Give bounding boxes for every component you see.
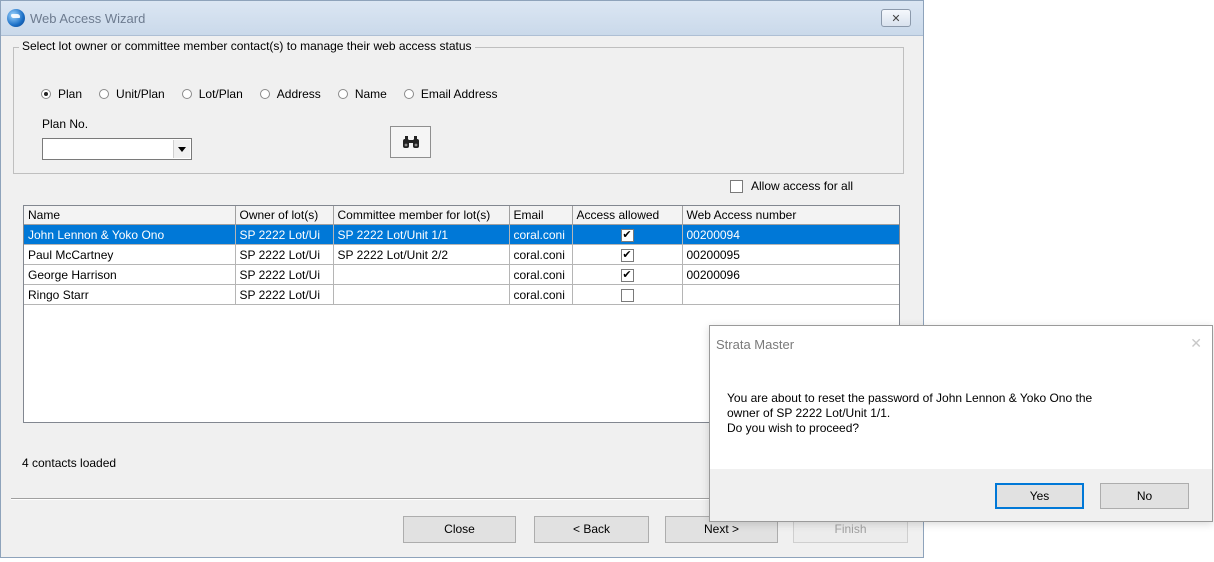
cell-committee <box>333 284 510 305</box>
cell-web-access-number: 00200096 <box>682 264 899 285</box>
radio-label: Unit/Plan <box>116 87 165 101</box>
cell-email: coral.coni <box>509 284 573 305</box>
find-button[interactable] <box>390 126 431 158</box>
radio-label: Lot/Plan <box>198 87 243 101</box>
globe-icon <box>7 9 25 27</box>
column-header-name[interactable]: Name <box>24 206 236 225</box>
dialog-message-line: You are about to reset the password of J… <box>727 391 1093 405</box>
cell-email: coral.coni <box>509 244 573 265</box>
radio-label: Plan <box>58 87 83 101</box>
allow-access-for-all[interactable]: Allow access for all <box>730 179 853 193</box>
allow-access-for-all-checkbox[interactable] <box>730 179 743 193</box>
cell-access-allowed <box>572 284 683 305</box>
radio-button[interactable] <box>41 89 51 99</box>
cell-committee <box>333 264 510 285</box>
access-allowed-checkbox[interactable]: ✔ <box>620 228 634 242</box>
cell-web-access-number <box>682 284 899 305</box>
cell-email: coral.coni <box>509 264 573 285</box>
status-text: 4 contacts loaded <box>22 456 117 470</box>
window-title: Web Access Wizard <box>30 11 146 26</box>
cell-email: coral.coni <box>509 224 573 245</box>
access-allowed-checkbox[interactable]: ✔ <box>620 268 634 282</box>
radio-name[interactable]: Name <box>337 87 387 101</box>
radio-email-address[interactable]: Email Address <box>403 87 498 101</box>
column-header-email[interactable]: Email <box>509 206 573 225</box>
binoculars-icon <box>402 136 419 148</box>
cell-committee: SP 2222 Lot/Unit 2/2 <box>333 244 510 265</box>
radio-button[interactable] <box>403 89 414 99</box>
cell-owner: SP 2222 Lot/Ui <box>235 284 334 305</box>
cell-name: John Lennon & Yoko Ono <box>24 224 236 245</box>
chevron-down-icon[interactable] <box>173 140 190 158</box>
contacts-table: Name Owner of lot(s) Committee member fo… <box>24 206 899 305</box>
radio-label: Address <box>276 87 321 101</box>
cell-owner: SP 2222 Lot/Ui <box>235 244 334 265</box>
cell-owner: SP 2222 Lot/Ui <box>235 264 334 285</box>
plan-no-label: Plan No. <box>42 117 89 131</box>
column-header-access-allowed[interactable]: Access allowed <box>572 206 683 225</box>
dialog-footer: Yes No <box>710 469 1212 521</box>
cell-web-access-number: 00200094 <box>682 224 899 245</box>
column-header-owner[interactable]: Owner of lot(s) <box>235 206 334 225</box>
radio-button[interactable] <box>259 89 270 99</box>
yes-button[interactable]: Yes <box>995 483 1084 509</box>
window-close-button[interactable]: ✕ <box>881 9 911 27</box>
no-button[interactable]: No <box>1100 483 1189 509</box>
column-header-web-access-number[interactable]: Web Access number <box>682 206 899 225</box>
cell-access-allowed: ✔ <box>572 244 683 265</box>
radio-address[interactable]: Address <box>259 87 321 101</box>
radio-lot-plan[interactable]: Lot/Plan <box>181 87 243 101</box>
radio-plan[interactable]: Plan <box>41 87 82 101</box>
grid-header-row: Name Owner of lot(s) Committee member fo… <box>24 206 899 225</box>
radio-button[interactable] <box>337 89 348 99</box>
cell-name: Paul McCartney <box>24 244 236 265</box>
back-button[interactable]: < Back <box>534 516 649 543</box>
cell-name: George Harrison <box>24 264 236 285</box>
cell-owner: SP 2222 Lot/Ui <box>235 224 334 245</box>
radio-label: Name <box>354 87 387 101</box>
allow-access-for-all-label: Allow access for all <box>751 179 854 193</box>
access-allowed-checkbox[interactable]: ✔ <box>620 248 634 262</box>
search-type-radio-group: Plan Unit/Plan Lot/Plan Address Name Ema… <box>41 87 515 101</box>
confirm-dialog: Strata Master ✕ You are about to reset t… <box>709 325 1213 522</box>
cell-access-allowed: ✔ <box>572 224 683 245</box>
title-bar: Web Access Wizard ✕ <box>1 1 923 36</box>
cell-name: Ringo Starr <box>24 284 236 305</box>
radio-button[interactable] <box>181 89 192 99</box>
radio-unit-plan[interactable]: Unit/Plan <box>99 87 165 101</box>
dialog-message: You are about to reset the password of J… <box>727 391 1197 436</box>
radio-button[interactable] <box>99 89 110 99</box>
dialog-title: Strata Master <box>716 337 795 352</box>
close-button[interactable]: Close <box>403 516 516 543</box>
cell-access-allowed: ✔ <box>572 264 683 285</box>
table-row[interactable]: John Lennon & Yoko Ono SP 2222 Lot/Ui SP… <box>24 224 899 245</box>
table-row[interactable]: George Harrison SP 2222 Lot/Ui coral.con… <box>24 264 899 285</box>
plan-no-combobox[interactable] <box>42 138 192 160</box>
access-allowed-checkbox[interactable] <box>620 288 634 302</box>
radio-label: Email Address <box>420 87 498 101</box>
dialog-message-line: Do you wish to proceed? <box>727 421 860 435</box>
table-row[interactable]: Ringo Starr SP 2222 Lot/Ui coral.coni <box>24 284 899 305</box>
column-header-committee[interactable]: Committee member for lot(s) <box>333 206 510 225</box>
cell-web-access-number: 00200095 <box>682 244 899 265</box>
table-row[interactable]: Paul McCartney SP 2222 Lot/Ui SP 2222 Lo… <box>24 244 899 265</box>
cell-committee: SP 2222 Lot/Unit 1/1 <box>333 224 510 245</box>
search-group-caption: Select lot owner or committee member con… <box>19 39 475 53</box>
dialog-message-line: owner of SP 2222 Lot/Unit 1/1. <box>727 406 891 420</box>
dialog-close-button[interactable]: ✕ <box>1190 335 1202 352</box>
